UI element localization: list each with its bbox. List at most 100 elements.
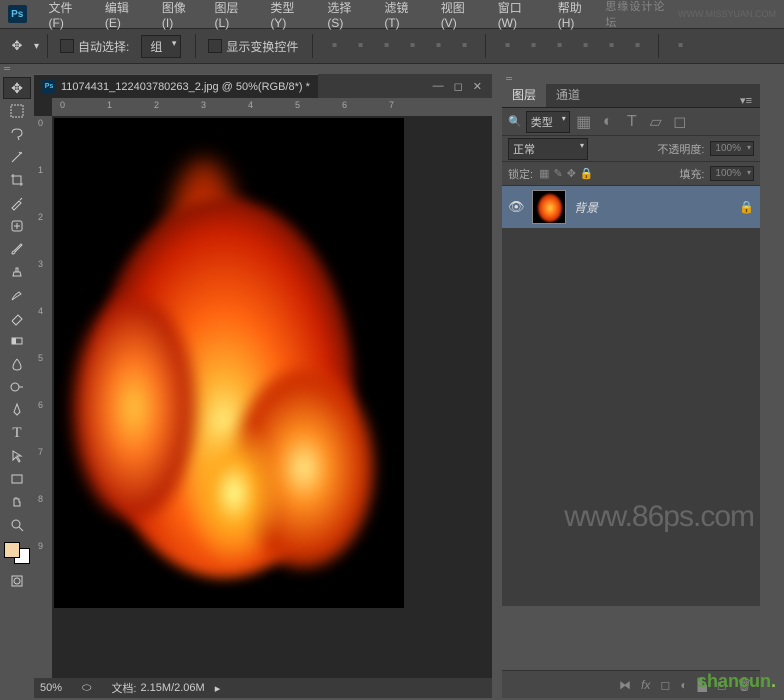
tab-layers[interactable]: 图层 <box>502 82 546 107</box>
photoshop-logo-icon: Ps <box>8 5 27 23</box>
document-tab-bar: Ps 11074431_122403780263_2.jpg @ 50%(RGB… <box>34 74 492 98</box>
filter-smart-icon[interactable]: ◻ <box>670 113 690 131</box>
brand-url: WWW.MISSYUAN.COM <box>678 9 776 19</box>
brand-text: 思缘设计论坛 <box>605 0 672 30</box>
layer-fx-icon[interactable]: fx <box>641 678 650 692</box>
align-top-icon[interactable]: ▪ <box>323 35 345 57</box>
menu-layer[interactable]: 图层(L) <box>205 0 261 30</box>
distribute-right-icon[interactable]: ▪ <box>626 35 648 57</box>
tool-preset-dropdown[interactable]: ▾ <box>34 41 39 52</box>
filter-type-dropdown[interactable]: 类型 <box>526 111 570 133</box>
panel-tabs: 图层 通道 ▾≡ <box>502 84 760 108</box>
panel-grip[interactable] <box>0 64 784 74</box>
clone-stamp-tool[interactable] <box>3 261 31 283</box>
visibility-icon[interactable]: 👁 <box>508 199 524 215</box>
align-hcenter-icon[interactable]: ▪ <box>427 35 449 57</box>
ps-file-icon: Ps <box>42 80 56 94</box>
dodge-tool[interactable] <box>3 376 31 398</box>
layer-thumbnail[interactable] <box>532 190 566 224</box>
distribute-top-icon[interactable]: ▪ <box>496 35 518 57</box>
document-tab[interactable]: Ps 11074431_122403780263_2.jpg @ 50%(RGB… <box>34 74 318 98</box>
crop-tool[interactable] <box>3 169 31 191</box>
status-bar: 50% ⬭ 文档:2.15M/2.06M▸ <box>34 678 492 698</box>
move-tool-icon: ✥ <box>8 37 26 55</box>
quickmask-tool[interactable] <box>3 570 31 592</box>
vertical-ruler[interactable]: 0123456789 <box>34 116 52 678</box>
filter-adjustment-icon[interactable]: ◐ <box>598 113 618 131</box>
menu-filter[interactable]: 滤镜(T) <box>374 0 430 30</box>
layer-lock-icon: 🔒 <box>739 200 754 214</box>
distribute-hcenter-icon[interactable]: ▪ <box>600 35 622 57</box>
path-selection-tool[interactable] <box>3 445 31 467</box>
panel-menu-icon[interactable]: ▾≡ <box>732 94 760 107</box>
tab-channels[interactable]: 通道 <box>546 82 590 107</box>
color-swatches[interactable] <box>4 542 30 564</box>
layer-filter-row: 🔍 类型 ▦ ◐ T ▱ ◻ <box>502 108 760 136</box>
auto-align-icon[interactable]: ▪ <box>669 35 691 57</box>
filter-shape-icon[interactable]: ▱ <box>646 113 666 131</box>
blur-tool[interactable] <box>3 353 31 375</box>
zoom-tool[interactable] <box>3 514 31 536</box>
align-bottom-icon[interactable]: ▪ <box>375 35 397 57</box>
document-area: Ps 11074431_122403780263_2.jpg @ 50%(RGB… <box>34 74 492 698</box>
watermark-86ps: www.86ps.com <box>564 500 754 534</box>
layer-item-background[interactable]: 👁 背景 🔒 <box>502 186 760 228</box>
layer-name[interactable]: 背景 <box>574 199 598 216</box>
maximize-button[interactable]: ◻ <box>454 80 463 93</box>
zoom-level[interactable]: 50% <box>40 682 62 694</box>
hand-tool[interactable] <box>3 491 31 513</box>
distribute-vcenter-icon[interactable]: ▪ <box>522 35 544 57</box>
filter-pixel-icon[interactable]: ▦ <box>574 113 594 131</box>
lock-transparency-icon[interactable]: ▦ <box>539 167 549 180</box>
canvas-image <box>54 118 404 608</box>
lock-all-icon[interactable]: 🔒 <box>580 167 594 180</box>
foreground-color-swatch[interactable] <box>4 542 20 558</box>
horizontal-ruler[interactable]: 01234567 <box>52 98 492 116</box>
align-right-icon[interactable]: ▪ <box>453 35 475 57</box>
distribute-left-icon[interactable]: ▪ <box>574 35 596 57</box>
distribute-bottom-icon[interactable]: ▪ <box>548 35 570 57</box>
show-transform-checkbox[interactable] <box>208 39 222 53</box>
history-brush-tool[interactable] <box>3 284 31 306</box>
opacity-label: 不透明度: <box>657 141 704 157</box>
align-vcenter-icon[interactable]: ▪ <box>349 35 371 57</box>
rectangle-tool[interactable] <box>3 468 31 490</box>
move-tool[interactable]: ✥ <box>3 77 31 99</box>
menu-image[interactable]: 图像(I) <box>152 0 205 30</box>
canvas-viewport[interactable] <box>52 116 492 678</box>
menu-type[interactable]: 类型(Y) <box>260 0 317 30</box>
lasso-tool[interactable] <box>3 123 31 145</box>
adjustment-layer-icon[interactable]: ◐ <box>680 678 687 692</box>
menu-window[interactable]: 窗口(W) <box>488 0 548 30</box>
healing-brush-tool[interactable] <box>3 215 31 237</box>
lock-position-icon[interactable]: ✥ <box>567 167 576 180</box>
filter-type-icon[interactable]: T <box>622 113 642 131</box>
menu-bar: Ps 文件(F) 编辑(E) 图像(I) 图层(L) 类型(Y) 选择(S) 滤… <box>0 0 784 28</box>
menu-select[interactable]: 选择(S) <box>317 0 374 30</box>
eyedropper-tool[interactable] <box>3 192 31 214</box>
fill-label: 填充: <box>679 166 704 182</box>
auto-select-dropdown[interactable]: 组 <box>141 35 181 58</box>
fill-value[interactable]: 100% <box>710 166 754 181</box>
panel-grip[interactable] <box>502 74 760 84</box>
type-tool[interactable]: T <box>3 422 31 444</box>
close-button[interactable]: ✕ <box>473 80 482 93</box>
lock-pixels-icon[interactable]: ✎ <box>553 167 562 180</box>
gradient-tool[interactable] <box>3 330 31 352</box>
menu-file[interactable]: 文件(F) <box>39 0 95 30</box>
menu-help[interactable]: 帮助(H) <box>548 0 606 30</box>
pen-tool[interactable] <box>3 399 31 421</box>
align-left-icon[interactable]: ▪ <box>401 35 423 57</box>
magic-wand-tool[interactable] <box>3 146 31 168</box>
marquee-tool[interactable] <box>3 100 31 122</box>
layer-mask-icon[interactable]: ◻ <box>660 678 670 692</box>
blend-mode-dropdown[interactable]: 正常 <box>508 138 588 160</box>
auto-select-checkbox[interactable] <box>60 39 74 53</box>
minimize-button[interactable]: — <box>433 80 444 93</box>
menu-view[interactable]: 视图(V) <box>431 0 488 30</box>
menu-edit[interactable]: 编辑(E) <box>95 0 152 30</box>
opacity-value[interactable]: 100% <box>710 141 754 156</box>
link-layers-icon[interactable]: ⧓ <box>619 678 631 692</box>
eraser-tool[interactable] <box>3 307 31 329</box>
brush-tool[interactable] <box>3 238 31 260</box>
